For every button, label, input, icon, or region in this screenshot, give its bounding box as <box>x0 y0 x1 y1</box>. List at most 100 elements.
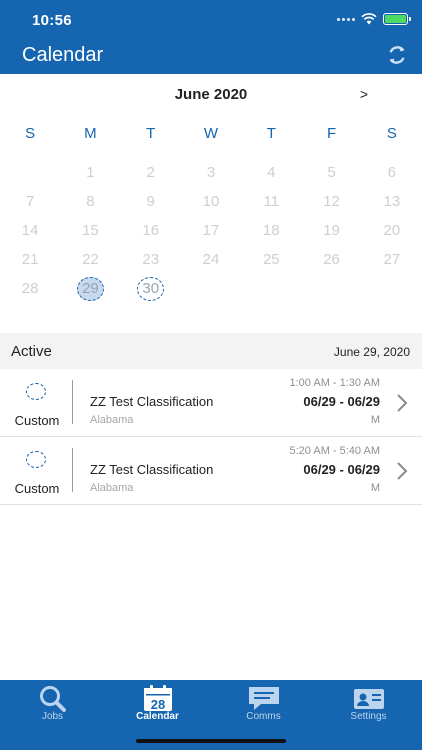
calendar-day[interactable]: 7 <box>0 187 60 216</box>
app-header: 10:56 Calendar <box>0 0 422 74</box>
calendar-day[interactable]: 21 <box>0 245 60 274</box>
calendar-day-label: 29 <box>76 276 104 301</box>
calendar-day[interactable]: 11 <box>241 187 301 216</box>
calendar-day[interactable]: 5 <box>301 158 361 187</box>
calendar-day[interactable]: 13 <box>362 187 422 216</box>
job-type: Custom <box>14 481 60 496</box>
calendar-day[interactable]: 18 <box>241 216 301 245</box>
status-time: 10:56 <box>32 12 72 29</box>
calendar-day-label: 8 <box>86 193 95 210</box>
calendar-grid: 1 2 3 4 5 6 7 8 9 10 11 12 13 14 15 16 17 18 19 20 21 22 23 24 2… <box>0 158 422 303</box>
calendar-day[interactable]: 28 <box>0 274 60 303</box>
chevron-right-icon <box>397 394 408 412</box>
calendar-day[interactable]: 23 <box>121 245 181 274</box>
active-date: June 29, 2020 <box>333 345 410 359</box>
weekday-label: F <box>326 125 337 142</box>
job-title: ZZ Test Classification <box>90 394 214 409</box>
job-title: ZZ Test Classification <box>90 462 214 477</box>
job-dates: 06/29 - 06/29 <box>303 462 380 477</box>
calendar-day[interactable]: 29 <box>60 274 120 303</box>
calendar-day[interactable]: 14 <box>0 216 60 245</box>
calendar-day-empty <box>0 158 60 187</box>
calendar-day-label: 11 <box>263 193 280 210</box>
calendar-day[interactable]: 27 <box>362 245 422 274</box>
calendar-day[interactable]: 4 <box>241 158 301 187</box>
calendar-day-label: 17 <box>202 222 220 239</box>
status-icons <box>337 13 411 25</box>
job-row[interactable]: Custom ZZ Test Classification Alabama 1:… <box>0 369 422 437</box>
calendar-day[interactable]: 25 <box>241 245 301 274</box>
calendar-day[interactable]: 1 <box>60 158 120 187</box>
job-row[interactable]: Custom ZZ Test Classification Alabama 5:… <box>0 437 422 505</box>
weekday-label: W <box>203 125 219 142</box>
job-status-icon <box>26 383 46 400</box>
calendar-icon: 28 <box>143 685 172 712</box>
job-dates: 06/29 - 06/29 <box>303 394 380 409</box>
calendar-day-label: 13 <box>383 193 401 210</box>
calendar-day[interactable]: 15 <box>60 216 120 245</box>
calendar-day-label: 26 <box>323 251 340 268</box>
calendar-day-label: 23 <box>142 251 160 268</box>
calendar-day-label: 20 <box>383 222 401 239</box>
weekday-label: T <box>266 125 276 142</box>
calendar-day[interactable]: 8 <box>60 187 120 216</box>
calendar-day[interactable]: 22 <box>60 245 120 274</box>
calendar-day-label: 21 <box>21 251 39 268</box>
chat-icon <box>248 687 279 710</box>
calendar-day-label: 10 <box>202 193 220 210</box>
calendar-day-label: 1 <box>86 164 95 181</box>
calendar-day[interactable]: 16 <box>121 216 181 245</box>
calendar-day-empty <box>301 274 361 303</box>
weekday-label: T <box>146 125 156 142</box>
calendar-day[interactable]: 24 <box>181 245 241 274</box>
tab-calendar[interactable]: 28 Calendar <box>105 680 210 730</box>
signal-icon <box>337 17 355 21</box>
calendar-day-label: 25 <box>262 251 280 268</box>
calendar-day-label: 14 <box>21 222 39 239</box>
next-month-button[interactable]: > <box>360 86 368 102</box>
calendar-day[interactable]: 19 <box>301 216 361 245</box>
job-code: M <box>370 414 380 426</box>
tab-label: Settings <box>350 711 387 722</box>
weekday-header: S M T W T F S <box>0 125 422 142</box>
calendar-day[interactable]: 2 <box>121 158 181 187</box>
home-indicator <box>136 739 286 743</box>
calendar-day-label: 3 <box>206 164 216 181</box>
calendar-day-label: 7 <box>25 193 35 210</box>
calendar-day-label: 19 <box>323 222 340 239</box>
calendar-day-label: 6 <box>387 164 397 181</box>
calendar-day[interactable]: 6 <box>362 158 422 187</box>
month-title: June 2020 <box>174 86 248 103</box>
calendar-day[interactable]: 30 <box>121 274 181 303</box>
active-section-header: Active June 29, 2020 <box>0 333 422 369</box>
calendar-day[interactable]: 3 <box>181 158 241 187</box>
job-time: 1:00 AM - 1:30 AM <box>289 377 381 389</box>
tab-label: Jobs <box>41 711 64 722</box>
tab-comms[interactable]: Comms <box>211 680 316 730</box>
tab-label: Calendar <box>136 711 179 722</box>
calendar-day[interactable]: 17 <box>181 216 241 245</box>
refresh-icon[interactable] <box>386 44 408 66</box>
calendar-day[interactable]: 20 <box>362 216 422 245</box>
calendar-day-label: 24 <box>202 251 220 268</box>
calendar-day-label: 27 <box>383 251 401 268</box>
calendar-day[interactable]: 10 <box>181 187 241 216</box>
calendar-day-empty <box>362 274 422 303</box>
calendar-day[interactable]: 9 <box>121 187 181 216</box>
calendar-badge: 28 <box>150 697 164 712</box>
tab-settings[interactable]: Settings <box>316 680 421 730</box>
tab-jobs[interactable]: Jobs <box>0 680 105 730</box>
job-location: Alabama <box>90 414 134 426</box>
weekday-label: S <box>386 125 397 142</box>
active-label: Active <box>11 343 52 360</box>
job-divider <box>72 448 73 492</box>
job-type: Custom <box>14 413 60 428</box>
calendar-day-label: 30 <box>137 276 165 301</box>
calendar-day[interactable]: 26 <box>301 245 361 274</box>
job-status-icon <box>26 451 46 468</box>
calendar-day[interactable]: 12 <box>301 187 361 216</box>
calendar-day-label: 4 <box>267 164 276 181</box>
calendar-day-label: 12 <box>323 193 340 210</box>
battery-icon <box>383 13 411 25</box>
calendar-day-empty <box>241 274 301 303</box>
